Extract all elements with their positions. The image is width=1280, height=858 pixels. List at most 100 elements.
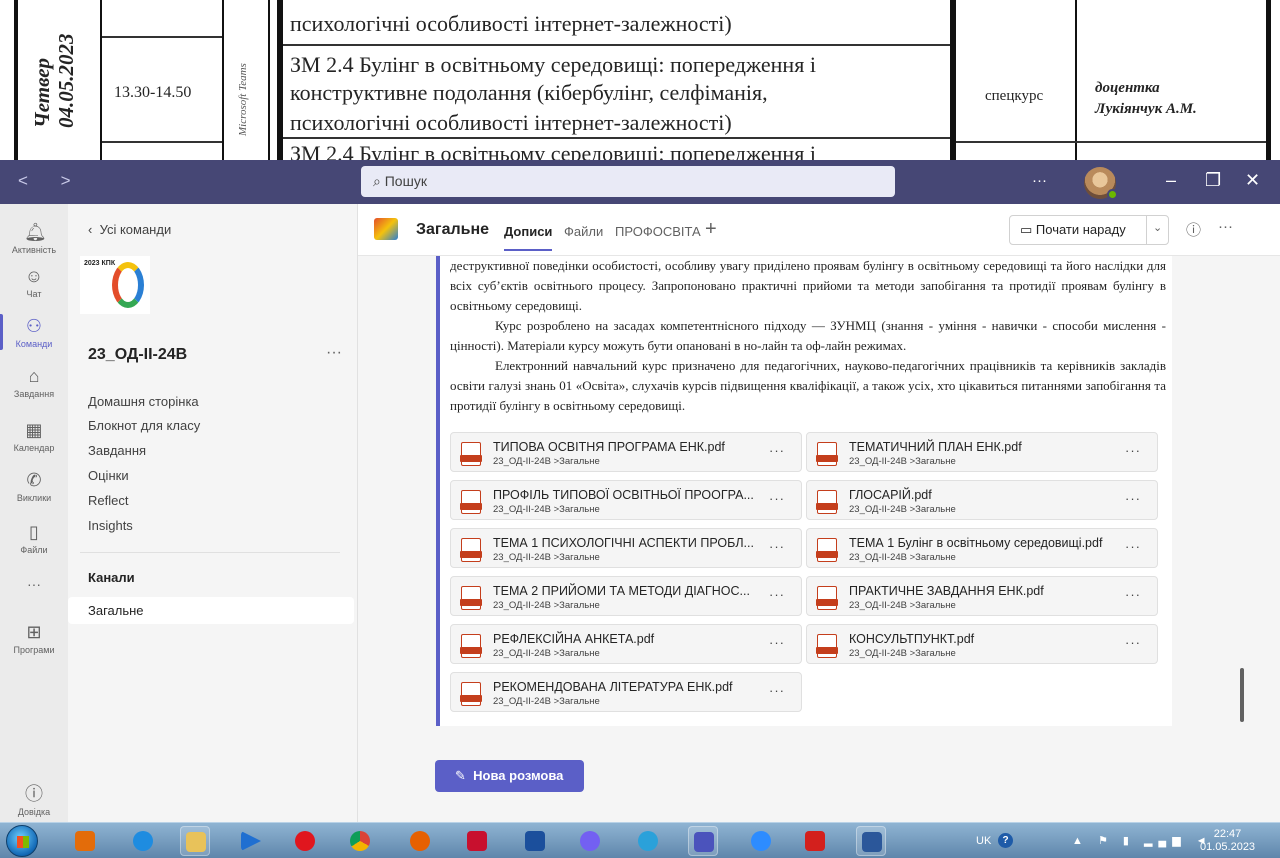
team-nav-home[interactable]: Домашня сторінка bbox=[88, 394, 199, 409]
topic-line: ЗМ 2.4 Булінг в освітньому середовищі: п… bbox=[290, 52, 816, 77]
post-body: деструктивної поведінки особистості, осо… bbox=[450, 258, 1166, 413]
platform-label: Microsoft Teams bbox=[237, 63, 249, 136]
channel-general[interactable]: Загальне bbox=[68, 597, 354, 624]
rail-chat[interactable]: ☺ Чат bbox=[0, 266, 68, 299]
tray-icons[interactable]: ▲ ⚑ ▮ ▂▄▆ ◄ bbox=[1072, 834, 1213, 847]
topic-line: психологічні особливості інтернет-залежн… bbox=[290, 110, 732, 135]
explorer-taskbar-icon[interactable] bbox=[180, 826, 210, 856]
file-attachment[interactable]: РЕФЛЕКСІЙНА АНКЕТА.pdf 23_ОД-ІІ-24В >Зага… bbox=[450, 624, 802, 664]
save-taskbar-icon[interactable] bbox=[520, 826, 550, 856]
taskbar: UK ? ▲ ⚑ ▮ ▂▄▆ ◄ 22:47 01.05.2023 bbox=[0, 822, 1280, 858]
team-nav-assignments[interactable]: Завдання bbox=[88, 443, 146, 458]
team-nav-insights[interactable]: Insights bbox=[88, 518, 133, 533]
zoom-taskbar-icon[interactable] bbox=[746, 826, 776, 856]
viber-taskbar-icon[interactable] bbox=[575, 826, 605, 856]
rail-calendar[interactable]: ▦ Календар bbox=[0, 420, 68, 453]
post-card: деструктивної поведінки особистості, осо… bbox=[436, 256, 1172, 726]
file-attachment[interactable]: ТЕМА 2 ПРИЙОМИ ТА МЕТОДИ ДІАГНОС... 23_ОД… bbox=[450, 576, 802, 616]
rail-files[interactable]: ▯ Файли bbox=[0, 522, 68, 555]
divider bbox=[80, 552, 340, 553]
opera-taskbar-icon[interactable] bbox=[290, 826, 320, 856]
rail-apps[interactable]: ⊞ Програми bbox=[0, 622, 68, 655]
new-conversation-button[interactable]: ✎ Нова розмова bbox=[435, 760, 584, 792]
more-icon[interactable]: ··· bbox=[769, 443, 785, 458]
more-icon[interactable]: ··· bbox=[1125, 635, 1141, 650]
file-attachment[interactable]: РЕКОМЕНДОВАНА ЛІТЕРАТУРА ЕНК.pdf 23_ОД-ІІ… bbox=[450, 672, 802, 712]
more-icon[interactable]: ··· bbox=[769, 491, 785, 506]
file-attachment[interactable]: ТЕМА 1 Булінг в освітньому середовищі.pd… bbox=[806, 528, 1158, 568]
info-icon[interactable]: ⓘ bbox=[1186, 219, 1201, 240]
pdf-file-icon bbox=[460, 586, 482, 610]
chevron-down-icon[interactable]: ⌄ bbox=[1153, 221, 1162, 234]
minimize-icon[interactable]: – bbox=[1166, 170, 1176, 191]
search-input[interactable]: ⌕ Пошук bbox=[361, 166, 895, 197]
more-icon[interactable]: ··· bbox=[1032, 172, 1047, 189]
course-type: спецкурс bbox=[985, 88, 1044, 104]
file-attachment[interactable]: ТИПОВА ОСВІТНЯ ПРОГРАМА ЕНК.pdf 23_ОД-ІІ-… bbox=[450, 432, 802, 472]
team-nav-notebook[interactable]: Блокнот для класу bbox=[88, 418, 200, 433]
history-nav[interactable]: < > bbox=[18, 171, 85, 191]
pdf-file-icon bbox=[816, 442, 838, 466]
windows-icon bbox=[17, 836, 29, 848]
pdf-file-icon bbox=[460, 442, 482, 466]
tab-files[interactable]: Файли bbox=[564, 224, 603, 239]
more-icon[interactable]: ··· bbox=[1125, 491, 1141, 506]
rail-teams[interactable]: ⚇ Команди bbox=[0, 314, 68, 350]
more-icon[interactable]: ··· bbox=[769, 539, 785, 554]
apps-icon: ⊞ bbox=[26, 622, 42, 642]
file-attachment[interactable]: КОНСУЛЬТПУНКТ.pdf 23_ОД-ІІ-24В >Загальне … bbox=[806, 624, 1158, 664]
team-nav-reflect[interactable]: Reflect bbox=[88, 493, 128, 508]
tab-profosvita[interactable]: ПРОФОСВІТА bbox=[615, 224, 701, 239]
channel-header: Загальне Дописи Файли ПРОФОСВІТА + ▭ Поч… bbox=[358, 204, 1280, 256]
more-icon[interactable]: ··· bbox=[1125, 587, 1141, 602]
language-indicator[interactable]: UK bbox=[976, 835, 991, 847]
help-icon[interactable]: ? bbox=[998, 833, 1013, 848]
avatar[interactable] bbox=[1084, 167, 1118, 200]
clock[interactable]: 22:47 01.05.2023 bbox=[1200, 828, 1255, 854]
rail-more[interactable]: ··· bbox=[0, 576, 68, 592]
close-icon[interactable]: ✕ bbox=[1245, 170, 1260, 191]
firefox-taskbar-icon[interactable] bbox=[405, 826, 435, 856]
meet-button[interactable]: ▭ Почати нараду ⌄ bbox=[1009, 215, 1169, 245]
file-attachment[interactable]: ТЕМАТИЧНИЙ ПЛАН ЕНК.pdf 23_ОД-ІІ-24В >Заг… bbox=[806, 432, 1158, 472]
team-nav-grades[interactable]: Оцінки bbox=[88, 468, 129, 483]
more-icon[interactable]: ··· bbox=[1125, 539, 1141, 554]
maximize-icon[interactable]: ❐ bbox=[1205, 170, 1221, 191]
teams-taskbar-icon[interactable] bbox=[688, 826, 718, 856]
lesson-time: 13.30-14.50 bbox=[114, 84, 192, 101]
telegram-taskbar-icon[interactable] bbox=[633, 826, 663, 856]
chevron-left-icon: ‹ bbox=[88, 222, 100, 237]
chrome-taskbar-icon[interactable] bbox=[345, 826, 375, 856]
file-attachment[interactable]: ПРАКТИЧНЕ ЗАВДАННЯ ЕНК.pdf 23_ОД-ІІ-24В >… bbox=[806, 576, 1158, 616]
more-icon: ··· bbox=[27, 576, 41, 592]
file-attachment[interactable]: ГЛОСАРІЙ.pdf 23_ОД-ІІ-24В >Загальне ··· bbox=[806, 480, 1158, 520]
chat-icon: ☺ bbox=[24, 266, 44, 286]
more-icon[interactable]: ··· bbox=[1125, 443, 1141, 458]
rail-help[interactable]: ⓘ Довідка bbox=[0, 784, 68, 817]
topic-line: психологічні особливості інтернет-залежн… bbox=[290, 11, 732, 36]
outlook-taskbar-icon[interactable] bbox=[70, 826, 100, 856]
word-taskbar-icon[interactable] bbox=[856, 826, 886, 856]
tab-posts[interactable]: Дописи bbox=[504, 224, 553, 251]
acrobat-reader-taskbar-icon[interactable] bbox=[462, 826, 492, 856]
scrollbar[interactable] bbox=[1240, 668, 1244, 722]
start-button[interactable] bbox=[6, 825, 38, 857]
ie-taskbar-icon[interactable] bbox=[128, 826, 158, 856]
all-teams-link[interactable]: ‹ Усі команди bbox=[88, 222, 171, 237]
acrobat-taskbar-icon[interactable] bbox=[800, 826, 830, 856]
rail-assignments[interactable]: ⌂ Завдання bbox=[0, 366, 68, 399]
more-icon[interactable]: ··· bbox=[1218, 218, 1233, 235]
phone-icon: ✆ bbox=[26, 470, 42, 490]
pdf-file-icon bbox=[460, 490, 482, 514]
add-tab-icon[interactable]: + bbox=[705, 218, 717, 241]
file-attachment[interactable]: ТЕМА 1 ПСИХОЛОГІЧНІ АСПЕКТИ ПРОБЛ... 23_О… bbox=[450, 528, 802, 568]
team-more-icon[interactable]: ··· bbox=[326, 344, 342, 362]
more-icon[interactable]: ··· bbox=[769, 587, 785, 602]
more-icon[interactable]: ··· bbox=[769, 683, 785, 698]
more-icon[interactable]: ··· bbox=[769, 635, 785, 650]
rail-activity[interactable]: 🔔︎ Активність bbox=[0, 222, 68, 255]
rail-calls[interactable]: ✆ Виклики bbox=[0, 470, 68, 503]
media-player-taskbar-icon[interactable] bbox=[236, 826, 266, 856]
file-attachment[interactable]: ПРОФІЛЬ ТИПОВОЇ ОСВІТНЬОЇ ПРООГРА... 23_О… bbox=[450, 480, 802, 520]
channel-main: Загальне Дописи Файли ПРОФОСВІТА + ▭ Поч… bbox=[358, 204, 1280, 822]
